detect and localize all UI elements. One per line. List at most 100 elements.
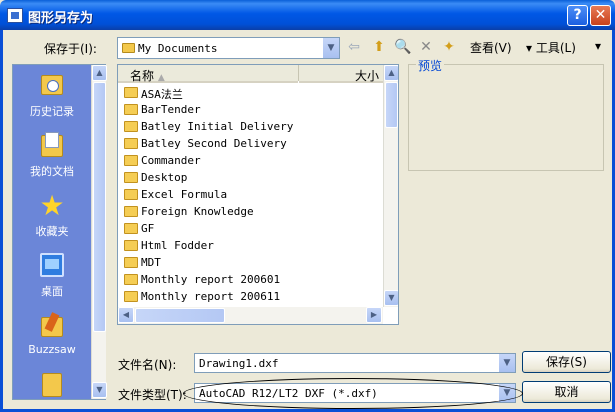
column-header-size[interactable]: 大小 [299, 65, 383, 83]
column-name-label: 名称 [130, 69, 155, 83]
place-label: 历史记录 [30, 105, 74, 118]
list-item[interactable]: Foreign Knowledge [122, 203, 297, 220]
list-item[interactable]: MDT [122, 254, 297, 271]
folder-icon [124, 138, 138, 149]
up-folder-icon[interactable]: ⬆ [370, 38, 388, 56]
folder-name: Foreign Knowledge [141, 205, 254, 218]
scroll-thumb[interactable] [135, 308, 225, 323]
cancel-button[interactable]: 取消 [522, 381, 611, 403]
list-item[interactable]: GF [122, 220, 297, 237]
new-folder-icon[interactable]: ✦ [440, 38, 458, 56]
place-desktop[interactable]: 桌面 [13, 251, 91, 299]
back-icon[interactable]: ⇦ [345, 38, 363, 56]
save-in-value: My Documents [138, 42, 218, 55]
folder-name: Desktop [141, 171, 188, 184]
places-scrollbar[interactable]: ▲ ▼ [91, 65, 107, 399]
tools-menu[interactable]: ▾ 工具(L) [526, 39, 576, 56]
folder-name: ASA法兰 [141, 88, 183, 101]
places-bar: 历史记录 我的文档 ★ 收藏夹 桌面 Buzzsaw ▲ ▼ [12, 64, 107, 400]
folder-name: Commander [141, 154, 201, 167]
file-list-horizontal-scrollbar[interactable]: ◀ ▶ [118, 307, 383, 324]
chevron-down-icon[interactable]: ▼ [498, 384, 515, 402]
sort-ascending-icon: ▲ [157, 73, 165, 83]
place-label: 收藏夹 [35, 225, 69, 238]
folder-icon [124, 223, 138, 234]
history-icon [36, 71, 68, 101]
folder-name: Monthly report 200611 [141, 290, 281, 303]
file-type-label: 文件类型(T): [118, 388, 187, 402]
file-list[interactable]: 名称 ▲ 大小 ASA法兰 BarTender Batley Initial D… [117, 64, 399, 325]
folder-icon [124, 257, 138, 268]
preview-label: 预览 [416, 57, 445, 74]
save-in-dropdown[interactable]: My Documents ▼ [117, 37, 340, 59]
window-title: 图形另存为 [28, 11, 94, 26]
folder-icon [124, 172, 138, 183]
app-icon [7, 8, 23, 23]
scroll-thumb[interactable] [93, 82, 106, 332]
folder-icon [124, 189, 138, 200]
list-item[interactable]: Monthly report 200611 [122, 288, 297, 305]
favorites-icon: ★ [39, 189, 65, 222]
place-favorites[interactable]: ★ 收藏夹 [13, 191, 91, 239]
chevron-left-icon[interactable]: ◀ [118, 307, 134, 323]
folder-icon [124, 274, 138, 285]
folder-name: Batley Initial Delivery [141, 120, 294, 133]
place-label: Buzzsaw [28, 343, 76, 356]
chevron-down-icon[interactable]: ▼ [498, 354, 515, 372]
chevron-up-icon[interactable]: ▲ [92, 65, 107, 81]
chevron-down-icon[interactable]: ▼ [322, 38, 339, 58]
close-button[interactable]: ✕ [590, 5, 611, 26]
folder-icon [124, 240, 138, 251]
chevron-down-icon[interactable]: ▼ [92, 382, 107, 398]
save-in-label: 保存于(I): [44, 42, 97, 56]
list-item[interactable]: Excel Formula [122, 186, 297, 203]
place-history[interactable]: 历史记录 [13, 71, 91, 119]
list-item[interactable]: BarTender [122, 101, 297, 118]
file-type-value: AutoCAD R12/LT2 DXF (*.dxf) [199, 387, 378, 400]
folder-name: Batley Second Delivery [141, 137, 287, 150]
column-header-name[interactable]: 名称 ▲ [118, 65, 298, 83]
folder-icon [124, 87, 138, 98]
file-type-dropdown[interactable]: AutoCAD R12/LT2 DXF (*.dxf) ▼ [194, 383, 516, 403]
folder-name: MDT [141, 256, 161, 269]
file-name-label: 文件名(N): [118, 358, 177, 372]
chevron-down-icon[interactable]: ▼ [384, 290, 398, 306]
file-list-vertical-scrollbar[interactable]: ▲ ▼ [383, 65, 398, 307]
list-item[interactable]: Html Fodder [122, 237, 297, 254]
list-item[interactable]: Monthly report 200601 [122, 271, 297, 288]
view-menu[interactable]: 查看(V) [470, 39, 512, 56]
place-buzzsaw[interactable]: Buzzsaw [13, 311, 91, 356]
list-item[interactable]: Batley Second Delivery [122, 135, 297, 152]
list-item[interactable]: Desktop [122, 169, 297, 186]
delete-icon[interactable]: ✕ [417, 38, 435, 56]
more-menu[interactable]: ▾ [595, 39, 601, 53]
list-item[interactable]: Commander [122, 152, 297, 169]
desktop-icon [36, 251, 68, 281]
folder-name: Excel Formula [141, 188, 228, 201]
preview-pane [408, 64, 604, 171]
search-web-icon[interactable]: 🔍 [394, 38, 412, 56]
folder-name: GF [141, 222, 155, 235]
folder-name: Monthly report 200601 [141, 273, 281, 286]
file-name-input[interactable]: Drawing1.dxf ▼ [194, 353, 516, 373]
list-item[interactable]: ASA法兰 [122, 84, 297, 101]
folder-icon [124, 121, 138, 132]
folder-icon [122, 43, 135, 53]
folder-icon [124, 291, 138, 302]
place-my-documents[interactable]: 我的文档 [13, 131, 91, 179]
help-button[interactable]: ? [567, 5, 588, 26]
save-button[interactable]: 保存(S) [522, 351, 611, 373]
file-name-value: Drawing1.dxf [199, 357, 279, 370]
place-label: 我的文档 [30, 165, 74, 178]
list-item[interactable]: Batley Initial Delivery [122, 118, 297, 135]
place-more[interactable] [13, 371, 91, 399]
folder-icon [124, 155, 138, 166]
folder-name: BarTender [141, 103, 201, 116]
my-documents-icon [36, 131, 68, 161]
folder-name: Html Fodder [141, 239, 214, 252]
chevron-up-icon[interactable]: ▲ [384, 65, 398, 81]
chevron-right-icon[interactable]: ▶ [366, 307, 382, 323]
place-label: 桌面 [41, 285, 63, 298]
scroll-thumb[interactable] [385, 82, 398, 128]
folder-icon [124, 206, 138, 217]
